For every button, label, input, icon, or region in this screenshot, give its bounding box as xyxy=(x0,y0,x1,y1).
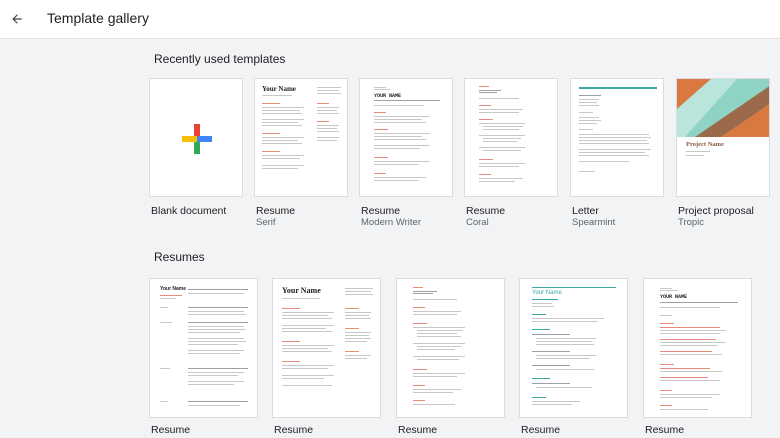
thumb-your-name: Your Name xyxy=(160,286,187,292)
plus-icon xyxy=(182,124,212,154)
top-bar: Template gallery xyxy=(0,0,780,39)
template-resume-coral[interactable]: Resume Coral xyxy=(464,78,559,228)
thumb-project-name: Project Name xyxy=(686,141,724,148)
tropic-banner-graphic xyxy=(677,79,769,137)
template-resume[interactable]: Your Name Resume xyxy=(272,278,381,438)
template-name: Resume xyxy=(151,424,191,436)
template-name: Resume xyxy=(361,205,401,217)
template-resume-serif[interactable]: Your Name Resume Serif xyxy=(254,78,349,228)
template-thumbnail xyxy=(396,278,505,418)
template-thumbnail: YOUR NAME xyxy=(643,278,752,418)
template-subtitle: Coral xyxy=(466,217,489,228)
template-name: Resume xyxy=(398,424,438,436)
template-project-proposal-tropic[interactable]: Project Name Project proposal Tropic xyxy=(676,78,771,228)
arrow-left-icon xyxy=(12,14,22,24)
template-blank-document[interactable]: Blank document xyxy=(149,78,244,228)
template-thumbnail: Project Name xyxy=(676,78,770,197)
thumb-your-name: YOUR NAME xyxy=(660,294,688,300)
thumb-your-name: Your Name xyxy=(282,286,321,295)
template-resume[interactable]: Your Name Resume xyxy=(149,278,258,438)
template-thumbnail xyxy=(149,78,243,197)
back-button[interactable] xyxy=(4,7,30,31)
template-letter-spearmint[interactable]: Letter Spearmint xyxy=(570,78,665,228)
template-name: Blank document xyxy=(151,205,227,217)
thumb-your-name: Your Name xyxy=(532,290,562,296)
template-thumbnail: YOUR NAME xyxy=(359,78,453,197)
template-name: Resume xyxy=(521,424,561,436)
template-resume[interactable]: Resume xyxy=(396,278,505,438)
template-thumbnail xyxy=(570,78,664,197)
template-thumbnail: Your Name xyxy=(149,278,258,418)
template-resume[interactable]: YOUR NAME Resume xyxy=(643,278,752,438)
section-title-recent: Recently used templates xyxy=(154,52,286,66)
template-resume[interactable]: Your Name Resume xyxy=(519,278,628,438)
template-thumbnail xyxy=(464,78,558,197)
template-name: Resume xyxy=(645,424,685,436)
template-thumbnail: Your Name xyxy=(272,278,381,418)
template-subtitle: Modern Writer xyxy=(361,217,422,228)
template-name: Resume xyxy=(466,205,506,217)
template-name: Project proposal xyxy=(678,205,754,217)
template-name: Resume xyxy=(256,205,296,217)
template-subtitle: Serif xyxy=(256,217,276,228)
page-title: Template gallery xyxy=(47,10,149,26)
template-thumbnail: Your Name xyxy=(519,278,628,418)
section-title-resumes: Resumes xyxy=(154,250,205,264)
template-thumbnail: Your Name xyxy=(254,78,348,197)
thumb-your-name: YOUR NAME xyxy=(374,93,402,99)
template-subtitle: Spearmint xyxy=(572,217,616,228)
template-name: Letter xyxy=(572,205,599,217)
template-resume-modern-writer[interactable]: YOUR NAME Resume Modern Writer xyxy=(359,78,454,228)
thumb-your-name: Your Name xyxy=(262,85,296,93)
template-subtitle: Tropic xyxy=(678,217,705,228)
template-name: Resume xyxy=(274,424,314,436)
